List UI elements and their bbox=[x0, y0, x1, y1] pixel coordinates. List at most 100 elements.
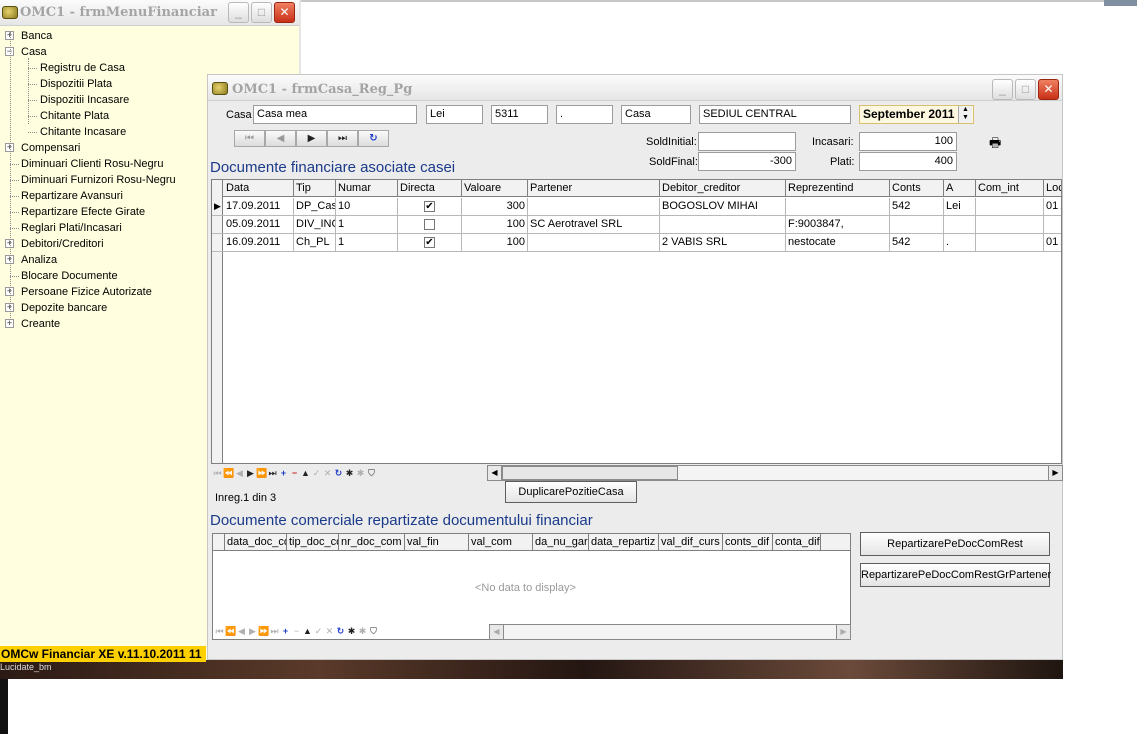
currency-field[interactable]: Lei bbox=[426, 105, 483, 124]
last-record-button[interactable]: ⏭ bbox=[327, 130, 358, 147]
menu-item[interactable]: Chitante Plata bbox=[40, 110, 109, 122]
grid-bookmark-icon[interactable]: ✱ bbox=[344, 466, 355, 480]
grid2-cancel-icon[interactable]: ✕ bbox=[324, 624, 335, 638]
account-field[interactable]: 5311 bbox=[491, 105, 548, 124]
cell-debitor[interactable]: 2 VABIS SRL bbox=[660, 234, 786, 252]
cell-tip[interactable]: Ch_PL bbox=[294, 234, 336, 252]
grid2-refresh-icon[interactable]: ↻ bbox=[335, 624, 346, 638]
close-icon[interactable]: ✕ bbox=[274, 2, 295, 23]
grid2-prev-icon[interactable]: ◀ bbox=[236, 624, 247, 638]
subaccount-field[interactable]: . bbox=[556, 105, 613, 124]
directa-checkbox-cell[interactable]: ✔ bbox=[398, 198, 462, 216]
maximize-icon[interactable]: □ bbox=[1015, 79, 1036, 100]
cell-numar[interactable]: 1 bbox=[336, 216, 398, 234]
menu-item[interactable]: Analiza bbox=[21, 254, 57, 266]
grid2-next-icon[interactable]: ▶ bbox=[247, 624, 258, 638]
casa-type-field[interactable]: Casa bbox=[621, 105, 691, 124]
cell-data[interactable]: 16.09.2011 bbox=[224, 234, 294, 252]
directa-checkbox-cell[interactable] bbox=[398, 216, 462, 234]
cell-tip[interactable]: DP_Cas bbox=[294, 198, 336, 216]
menu-item[interactable]: Persoane Fizice Autorizate bbox=[21, 286, 152, 298]
grid-last-icon[interactable]: ⏭ bbox=[267, 466, 278, 480]
column-header[interactable]: Reprezentind bbox=[786, 180, 890, 197]
menu-item[interactable]: Registru de Casa bbox=[40, 62, 125, 74]
cell-partener[interactable] bbox=[528, 234, 660, 252]
column-header[interactable]: Directa bbox=[398, 180, 462, 197]
grid-edit-icon[interactable]: ▲ bbox=[300, 466, 311, 480]
column-header[interactable]: Conts bbox=[890, 180, 944, 197]
menu-item[interactable]: Debitori/Creditori bbox=[21, 238, 104, 250]
close-icon[interactable]: ✕ bbox=[1038, 79, 1059, 100]
column-header[interactable]: Tip bbox=[294, 180, 336, 197]
menu-item[interactable]: Dispozitii Incasare bbox=[40, 94, 129, 106]
menu-item[interactable]: Compensari bbox=[21, 142, 80, 154]
cell-a[interactable] bbox=[944, 216, 976, 234]
cell-data[interactable]: 17.09.2011 bbox=[224, 198, 294, 216]
menu-item[interactable]: Diminuari Furnizori Rosu-Negru bbox=[21, 174, 176, 186]
column-header[interactable]: Debitor_creditor bbox=[660, 180, 786, 197]
cell-com_int[interactable] bbox=[976, 198, 1044, 216]
period-spinner[interactable]: September 2011 bbox=[859, 105, 974, 124]
grid-horizontal-scrollbar[interactable]: ◀ ▶ bbox=[487, 465, 1063, 481]
menu-item[interactable]: Depozite bancare bbox=[21, 302, 107, 314]
cell-reprezentind[interactable]: nestocate bbox=[786, 234, 890, 252]
next-record-button[interactable]: ▶ bbox=[296, 130, 327, 147]
grid2-delete-icon[interactable]: − bbox=[291, 624, 302, 638]
refresh-button[interactable]: ↻ bbox=[358, 130, 389, 147]
cell-data[interactable]: 05.09.2011 bbox=[224, 216, 294, 234]
menu-item[interactable]: Diminuari Clienti Rosu-Negru bbox=[21, 158, 163, 170]
grid-filter-icon[interactable]: ⛉ bbox=[366, 466, 377, 480]
directa-checkbox-cell[interactable]: ✔ bbox=[398, 234, 462, 252]
minimize-icon[interactable]: _ bbox=[228, 2, 249, 23]
scroll-left-icon[interactable]: ◀ bbox=[488, 466, 502, 480]
cell-conts[interactable] bbox=[890, 216, 944, 234]
cell-a[interactable]: Lei bbox=[944, 198, 976, 216]
table-row[interactable]: ▶ 17.09.2011 DP_Cas 10 ✔ 300 BOGOSLOV MIHAI 542… bbox=[212, 198, 1061, 216]
column-header[interactable]: Data bbox=[224, 180, 294, 197]
table-row[interactable]: 05.09.2011 DIV_INC 1 100 SC Aerotravel SRL F:… bbox=[212, 216, 1061, 234]
column-header[interactable]: Partener bbox=[528, 180, 660, 197]
grid-goto-bookmark-icon[interactable]: ✱ bbox=[355, 466, 366, 480]
casa-name-field[interactable]: Casa mea bbox=[253, 105, 417, 124]
cell-numar[interactable]: 10 bbox=[336, 198, 398, 216]
column-header[interactable]: val_dif_curs bbox=[659, 534, 723, 551]
grid2-insert-icon[interactable]: + bbox=[280, 624, 291, 638]
cell-debitor[interactable]: BOGOSLOV MIHAI bbox=[660, 198, 786, 216]
grid-refresh-icon[interactable]: ↻ bbox=[333, 466, 344, 480]
grid2-horizontal-scrollbar[interactable]: ◀ ▶ bbox=[489, 624, 851, 640]
column-header[interactable]: val_com bbox=[469, 534, 533, 551]
column-header[interactable]: data_repartiz bbox=[589, 534, 659, 551]
checkbox[interactable]: ✔ bbox=[424, 200, 435, 212]
column-header[interactable]: conta_dif bbox=[773, 534, 821, 551]
column-header[interactable]: data_doc_com bbox=[225, 534, 287, 551]
duplicate-position-button[interactable]: DuplicarePozitieCasa bbox=[505, 481, 637, 503]
grid-prev-page-icon[interactable]: ⏪ bbox=[223, 466, 234, 480]
column-header[interactable]: Com_int bbox=[976, 180, 1044, 197]
cell-numar[interactable]: 1 bbox=[336, 234, 398, 252]
menu-item[interactable]: Casa bbox=[21, 46, 47, 58]
cell-reprezentind[interactable]: F:9003847, bbox=[786, 216, 890, 234]
grid2-goto-bookmark-icon[interactable]: ✱ bbox=[357, 624, 368, 638]
cell-valoare[interactable]: 100 bbox=[462, 216, 528, 234]
cell-com_int[interactable] bbox=[976, 216, 1044, 234]
column-header[interactable]: da_nu_gar bbox=[533, 534, 589, 551]
period-spin-arrows-icon[interactable]: ▲ ▼ bbox=[958, 106, 972, 123]
grid2-last-icon[interactable]: ⏭ bbox=[269, 624, 280, 638]
menu-window-titlebar[interactable]: OMC1 - frmMenuFinanciar _ □ ✕ bbox=[0, 0, 299, 26]
grid2-bookmark-icon[interactable]: ✱ bbox=[346, 624, 357, 638]
cell-partener[interactable]: SC Aerotravel SRL bbox=[528, 216, 660, 234]
grid2-next-page-icon[interactable]: ⏩ bbox=[258, 624, 269, 638]
minimize-icon[interactable]: _ bbox=[992, 79, 1013, 100]
grid2-post-icon[interactable]: ✓ bbox=[313, 624, 324, 638]
prev-record-button[interactable]: ◀ bbox=[265, 130, 296, 147]
casa-window-titlebar[interactable]: OMC1 - frmCasa_Reg_Pg _ □ ✕ bbox=[208, 75, 1062, 101]
column-header[interactable]: A bbox=[944, 180, 976, 197]
column-header[interactable]: Valoare bbox=[462, 180, 528, 197]
cell-reprezentind[interactable] bbox=[786, 198, 890, 216]
menu-item[interactable]: Banca bbox=[21, 30, 52, 42]
cell-com_int[interactable] bbox=[976, 234, 1044, 252]
scroll-right-icon[interactable]: ▶ bbox=[836, 625, 850, 639]
grid-prev-icon[interactable]: ◀ bbox=[234, 466, 245, 480]
grid2-prev-page-icon[interactable]: ⏪ bbox=[225, 624, 236, 638]
first-record-button[interactable]: ⏮ bbox=[234, 130, 265, 147]
